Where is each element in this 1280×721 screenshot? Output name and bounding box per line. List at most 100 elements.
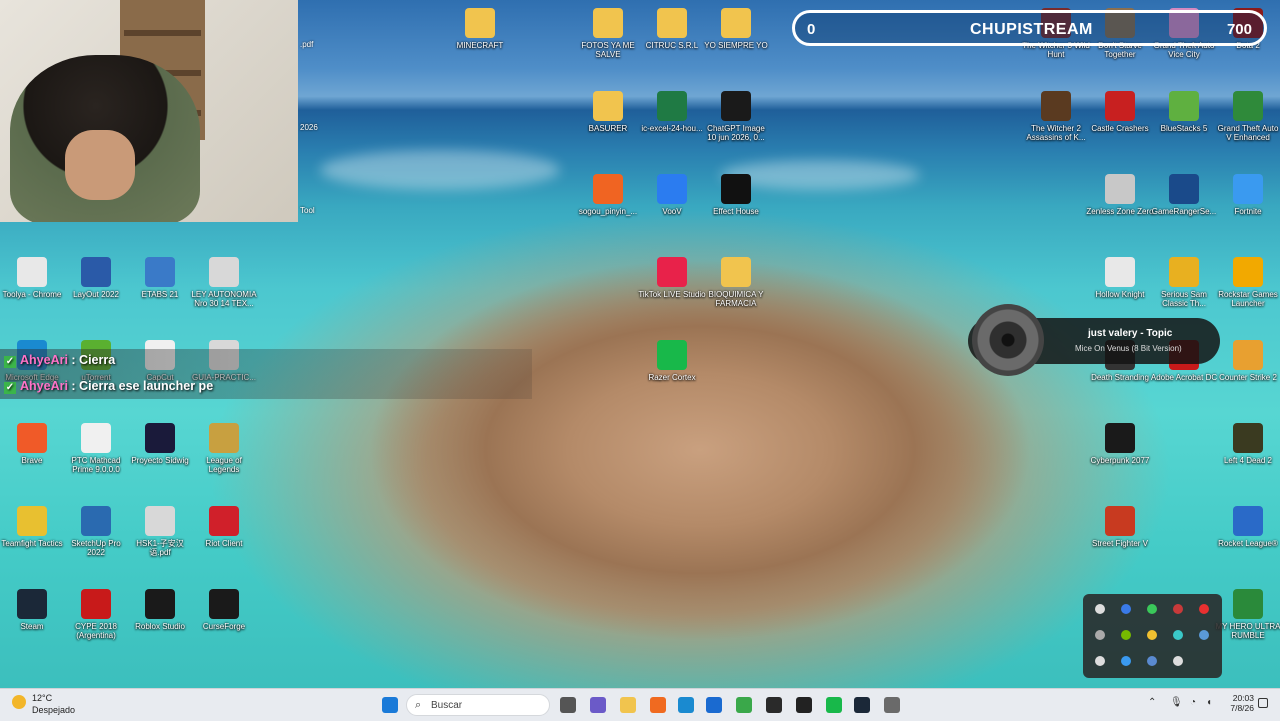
desktop-icon[interactable]: Grand Theft Auto V Enhanced <box>1214 91 1280 142</box>
desktop-icon[interactable]: ic-excel-24-hou... <box>638 91 706 133</box>
obs-icon[interactable] <box>766 697 782 713</box>
cursor-icon[interactable] <box>1095 604 1105 614</box>
onedrive-icon[interactable] <box>1121 656 1131 666</box>
firefox-icon[interactable] <box>650 697 666 713</box>
desktop-icon[interactable]: Castle Crashers <box>1086 91 1154 133</box>
steam-icon[interactable] <box>1199 630 1209 640</box>
now-playing-subtitle: Mice On Venus (8 Bit Version) <box>1075 344 1182 353</box>
desktop-icon[interactable]: Teamfight Tactics <box>0 506 66 548</box>
chevron-up-icon[interactable]: ⌃ <box>1148 697 1156 708</box>
settings-icon[interactable] <box>884 697 900 713</box>
mail-icon[interactable] <box>706 697 722 713</box>
desktop-icon[interactable]: FOTOS YA ME SALVE <box>574 8 642 59</box>
desktop-icon[interactable]: Roblox Studio <box>126 589 194 631</box>
desktop-icon-label: Grand Theft Auto V Enhanced <box>1217 124 1279 142</box>
desktop-icon[interactable]: TikTok LIVE Studio <box>638 257 706 299</box>
teams-icon[interactable] <box>590 697 606 713</box>
desktop-icon[interactable]: Rocket League® <box>1214 506 1280 548</box>
desktop-icon[interactable]: sogou_pinyin_... <box>574 174 642 216</box>
desktop-icon[interactable]: CurseForge <box>190 589 258 631</box>
desktop-icon[interactable]: GameRangerSe... <box>1150 174 1218 216</box>
castle-crashers-icon <box>1105 91 1135 121</box>
edge-icon[interactable] <box>678 697 694 713</box>
bluetooth-icon[interactable] <box>1121 604 1131 614</box>
record-icon[interactable] <box>1199 604 1209 614</box>
settings-icon[interactable] <box>1095 630 1105 640</box>
desktop-icon[interactable]: PTC Mathcad Prime 9.0.0.0 <box>62 423 130 474</box>
desktop-icon[interactable]: Fortnite <box>1214 174 1280 216</box>
desktop-icon[interactable]: LayOut 2022 <box>62 257 130 299</box>
volume-icon[interactable]: ◖ <box>1206 697 1212 708</box>
notification-icon[interactable] <box>1258 698 1268 708</box>
steam-icon[interactable] <box>854 697 870 713</box>
epic-games-icon[interactable] <box>1173 656 1183 666</box>
desktop-icon[interactable]: Hollow Knight <box>1086 257 1154 299</box>
teams-icon[interactable] <box>1173 630 1183 640</box>
desktop-icon[interactable]: Riot Client <box>190 506 258 548</box>
nvidia-icon[interactable] <box>1121 630 1131 640</box>
clock[interactable]: 20:03 7/8/26 <box>1226 693 1254 713</box>
desktop-icon[interactable]: ChatGPT Image 10 jun 2026, 0... <box>702 91 770 142</box>
desktop-icon-label: Toolya - Chrome <box>2 290 62 299</box>
desktop-icon[interactable]: Proyecto Sidwig <box>126 423 194 465</box>
wifi-icon[interactable]: ◔ <box>1190 697 1196 708</box>
desktop-icon[interactable]: Steam <box>0 589 66 631</box>
folder-icon <box>721 257 751 287</box>
partial-icon-label-low: Tool <box>300 206 315 215</box>
desktop-icon[interactable]: SketchUp Pro 2022 <box>62 506 130 557</box>
desktop-icon[interactable]: ETABS 21 <box>126 257 194 299</box>
desktop-icon[interactable]: League of Legends <box>190 423 258 474</box>
tiktok-icon <box>657 257 687 287</box>
desktop-icon[interactable]: BlueStacks 5 <box>1150 91 1218 133</box>
start-icon[interactable] <box>382 697 398 713</box>
epic-games-icon[interactable] <box>796 697 812 713</box>
desktop-icon[interactable]: VooV <box>638 174 706 216</box>
desktop-icon[interactable]: Zenless Zone Zero <box>1086 174 1154 216</box>
task-view-icon[interactable] <box>560 697 576 713</box>
l4d2-icon <box>1233 423 1263 453</box>
desktop-icon-label: FOTOS YA ME SALVE <box>581 41 635 59</box>
desktop-icon[interactable]: Street Fighter V <box>1086 506 1154 548</box>
desktop-icon[interactable]: Rockstar Games Launcher <box>1214 257 1280 308</box>
etabs-icon <box>145 257 175 287</box>
taskbar-search[interactable]: ⌕ Buscar <box>406 694 550 716</box>
razer-icon <box>657 340 687 370</box>
mic-icon[interactable]: 🎙 <box>1170 697 1183 708</box>
desktop-icon-label: Brave <box>21 456 43 465</box>
desktop-icon[interactable]: MY HERO ULTRA RUMBLE <box>1214 589 1280 640</box>
desktop-icon[interactable]: Brave <box>0 423 66 465</box>
desktop-icon[interactable]: LEY AUTONOMIA Nro 30 14 TEX... <box>190 257 258 308</box>
desktop-icon[interactable]: CITRUC S.R.L <box>638 8 706 50</box>
desktop-icon-label: Counter Strike 2 <box>1219 373 1277 382</box>
desktop-icon[interactable]: CYPE 2018 (Argentina) <box>62 589 130 640</box>
chat-message: ✓ AhyeAri : Cierra <box>4 353 116 368</box>
desktop-icon[interactable]: MINECRAFT <box>446 8 514 50</box>
webcam-overlay <box>0 0 298 222</box>
file-explorer-icon[interactable] <box>620 697 636 713</box>
desktop-icon[interactable]: The Witcher 2 Assassins of K... <box>1022 91 1090 142</box>
desktop-icon[interactable]: HSK1-子安汉语.pdf <box>126 506 194 557</box>
bluestacks-icon[interactable] <box>1147 630 1157 640</box>
desktop-icon[interactable]: Cyberpunk 2077 <box>1086 423 1154 465</box>
razer-icon[interactable] <box>826 697 842 713</box>
desktop-icon[interactable]: Left 4 Dead 2 <box>1214 423 1280 465</box>
network-icon[interactable] <box>1147 656 1157 666</box>
mathcad-icon <box>81 423 111 453</box>
desktop-icon[interactable]: Toolya - Chrome <box>0 257 66 299</box>
desktop-icon-label: ic-excel-24-hou... <box>641 124 703 133</box>
mic-icon[interactable] <box>1173 604 1183 614</box>
bluestacks-icon <box>1169 91 1199 121</box>
desktop-icon[interactable]: Razer Cortex <box>638 340 706 382</box>
obs-icon[interactable] <box>1095 656 1105 666</box>
desktop-icon[interactable]: YO SIEMPRE YO <box>702 8 770 50</box>
desktop-icon[interactable]: Effect House <box>702 174 770 216</box>
desktop-icon[interactable]: Counter Strike 2 <box>1214 340 1280 382</box>
desktop-icon-label: BIOQUIMICA Y FARMACIA <box>708 290 764 308</box>
whatsapp-icon[interactable] <box>1147 604 1157 614</box>
chrome-icon[interactable] <box>736 697 752 713</box>
desktop-icon[interactable]: BASURER <box>574 91 642 133</box>
desktop-icon-label: sogou_pinyin_... <box>578 207 638 216</box>
desktop-icon[interactable]: BIOQUIMICA Y FARMACIA <box>702 257 770 308</box>
desktop-icon[interactable]: Serious Sam Classic Th... <box>1150 257 1218 308</box>
chrome-icon <box>17 257 47 287</box>
